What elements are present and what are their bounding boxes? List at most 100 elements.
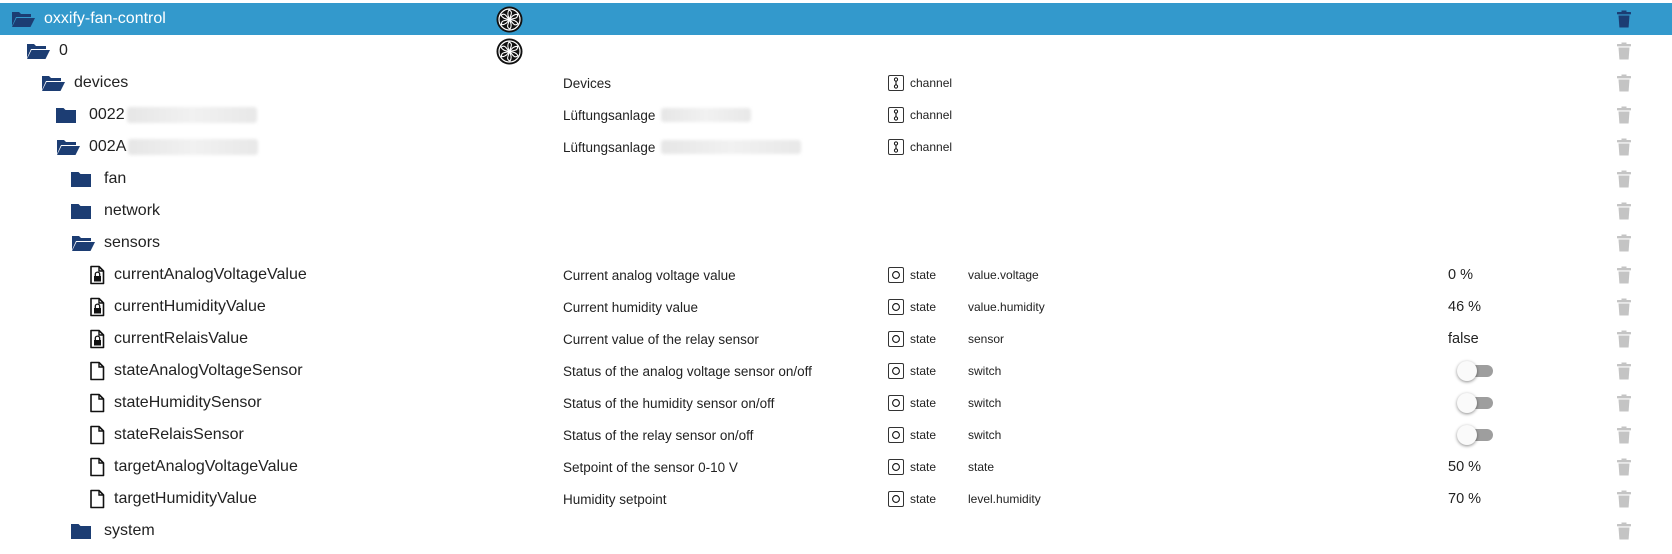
folder-closed-icon <box>55 104 81 126</box>
object-description-text: Status of the humidity sensor on/off <box>563 395 775 411</box>
object-type-label: state <box>910 268 937 282</box>
delete-icon[interactable] <box>1614 489 1634 509</box>
object-description-text: Setpoint of the sensor 0-10 V <box>563 459 738 475</box>
object-description: Current humidity value <box>563 291 698 323</box>
tree-row-s1[interactable]: currentAnalogVoltageValue Current analog … <box>0 259 1672 291</box>
object-description-text: Current analog voltage value <box>563 267 736 283</box>
tree-node-name-cell: stateAnalogVoltageSensor <box>88 355 303 387</box>
tree-row-devices[interactable]: devices Devices channel <box>0 67 1672 99</box>
locked-file-icon <box>88 328 106 350</box>
object-type-label: state <box>910 300 937 314</box>
object-type-label: state <box>910 460 937 474</box>
tree-row-network[interactable]: network <box>0 195 1672 227</box>
object-type: state <box>888 419 936 451</box>
value-switch[interactable] <box>1457 393 1493 413</box>
file-icon <box>88 392 106 414</box>
switch-knob <box>1457 393 1477 413</box>
delete-icon[interactable] <box>1614 137 1634 157</box>
object-tree: oxxify-fan-control 0 devices Devices channel… <box>0 3 1672 547</box>
folder-open-icon <box>55 136 81 158</box>
object-type: state <box>888 483 936 515</box>
delete-icon[interactable] <box>1614 169 1634 189</box>
tree-node-name-cell: network <box>70 195 160 227</box>
state-type-icon <box>888 395 904 411</box>
tree-node-label: system <box>104 522 155 539</box>
delete-icon[interactable] <box>1614 73 1634 93</box>
folder-open-icon <box>25 40 51 62</box>
tree-node-label: 002A <box>89 138 127 155</box>
object-value[interactable]: 70 % <box>1448 483 1481 515</box>
object-description-text: Current humidity value <box>563 299 699 315</box>
object-type: state <box>888 387 936 419</box>
tree-node-name-cell: currentHumidityValue <box>88 291 266 323</box>
object-type: state <box>888 451 936 483</box>
tree-row-fan[interactable]: fan <box>0 163 1672 195</box>
object-role: value.humidity <box>968 300 1045 314</box>
tree-row-s5[interactable]: stateHumiditySensor Status of the humidit… <box>0 387 1672 419</box>
delete-icon[interactable] <box>1614 457 1634 477</box>
object-role: state <box>968 460 995 474</box>
tree-node-label: stateHumiditySensor <box>114 394 262 411</box>
tree-node-name-cell: currentRelaisValue <box>88 323 248 355</box>
object-role: switch <box>968 364 1002 378</box>
value-switch[interactable] <box>1457 361 1493 381</box>
object-description: Devices <box>563 67 611 99</box>
tree-row-system[interactable]: system <box>0 515 1672 547</box>
tree-row-s3[interactable]: currentRelaisValue Current value of the r… <box>0 323 1672 355</box>
object-role: value.voltage <box>968 268 1039 282</box>
object-description-text: Status of the relay sensor on/off <box>563 427 754 443</box>
tree-row-device2[interactable]: 002A Lüftungsanlage channel <box>0 131 1672 163</box>
delete-icon[interactable] <box>1614 329 1634 349</box>
tree-row-s6[interactable]: stateRelaisSensor Status of the relay sen… <box>0 419 1672 451</box>
object-value[interactable]: 50 % <box>1448 451 1481 483</box>
tree-node-name-cell: devices <box>40 67 128 99</box>
state-type-icon <box>888 427 904 443</box>
tree-row-s7[interactable]: targetAnalogVoltageValue Setpoint of the … <box>0 451 1672 483</box>
delete-icon[interactable] <box>1614 9 1634 29</box>
value-switch[interactable] <box>1457 425 1493 445</box>
object-value[interactable]: 0 % <box>1448 259 1473 291</box>
object-role: switch <box>968 396 1002 410</box>
tree-row-instance[interactable]: 0 <box>0 35 1672 67</box>
delete-icon[interactable] <box>1614 361 1634 381</box>
tree-node-label: 0022 <box>89 106 125 123</box>
tree-node-label: devices <box>74 74 129 91</box>
tree-node-label: network <box>104 202 161 219</box>
delete-icon[interactable] <box>1614 233 1634 253</box>
delete-icon[interactable] <box>1614 297 1634 317</box>
tree-node-label: 0 <box>59 42 68 59</box>
object-description-text: Lüftungsanlage <box>563 107 656 123</box>
tree-row-s4[interactable]: stateAnalogVoltageSensor Status of the an… <box>0 355 1672 387</box>
tree-node-name-cell: 0022 <box>55 99 257 131</box>
object-description-text: Humidity setpoint <box>563 491 667 507</box>
object-type-label: channel <box>910 140 953 154</box>
tree-node-name-cell: oxxify-fan-control <box>10 3 166 35</box>
locked-file-icon <box>88 264 106 286</box>
tree-row-s8[interactable]: targetHumidityValue Humidity setpoint stat… <box>0 483 1672 515</box>
object-role: sensor <box>968 332 1005 346</box>
object-description-text: Lüftungsanlage <box>563 139 656 155</box>
fan-adapter-icon <box>496 38 523 65</box>
object-description-text: Current value of the relay sensor <box>563 331 759 347</box>
tree-row-s2[interactable]: currentHumidityValue Current humidity val… <box>0 291 1672 323</box>
tree-row-device1[interactable]: 0022 Lüftungsanlage channel <box>0 99 1672 131</box>
object-value[interactable]: false <box>1448 323 1479 355</box>
object-description: Status of the analog voltage sensor on/o… <box>563 355 812 387</box>
object-type: channel <box>888 67 952 99</box>
channel-type-icon <box>888 139 904 155</box>
state-type-icon <box>888 299 904 315</box>
object-type-label: state <box>910 492 937 506</box>
tree-node-label: targetHumidityValue <box>114 490 257 507</box>
delete-icon[interactable] <box>1614 265 1634 285</box>
tree-row-sensors[interactable]: sensors <box>0 227 1672 259</box>
delete-icon[interactable] <box>1614 41 1634 61</box>
tree-row-adapter[interactable]: oxxify-fan-control <box>0 3 1672 35</box>
delete-icon[interactable] <box>1614 425 1634 445</box>
delete-icon[interactable] <box>1614 201 1634 221</box>
switch-knob <box>1457 361 1477 381</box>
delete-icon[interactable] <box>1614 393 1634 413</box>
delete-icon[interactable] <box>1614 105 1634 125</box>
object-value[interactable]: 46 % <box>1448 291 1481 323</box>
tree-node-label: oxxify-fan-control <box>44 10 166 27</box>
delete-icon[interactable] <box>1614 521 1634 541</box>
